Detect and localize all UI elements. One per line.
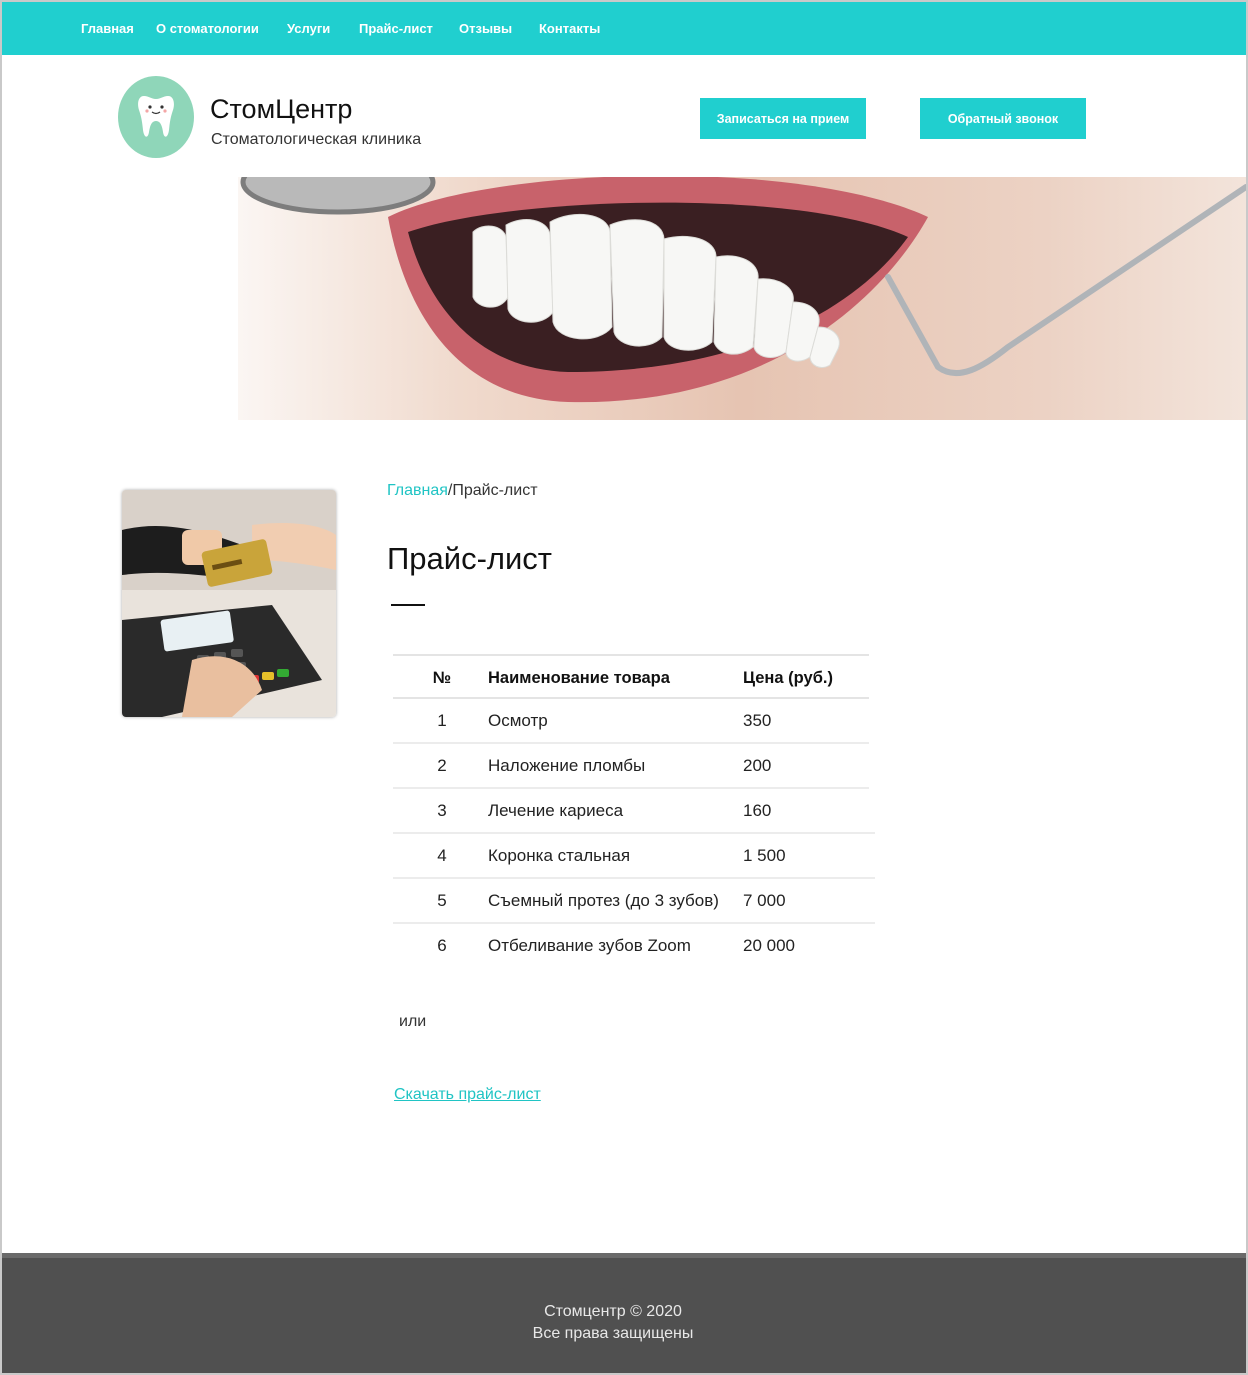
row-name: Коронка стальная [488,846,631,865]
table-row: 4 Коронка стальная 1 500 [393,834,875,879]
payment-card-image [122,490,336,717]
row-number: 3 [437,801,447,820]
breadcrumb: Главная/Прайс-лист [387,482,538,500]
nav-item-services[interactable]: Услуги [287,21,330,36]
row-price: 160 [743,801,772,820]
nav-item-home[interactable]: Главная [81,21,134,36]
row-price: 7 000 [743,891,786,910]
table-row: 1 Осмотр 350 [393,699,869,744]
brand-name: СтомЦентр [210,94,353,124]
table-row: 3 Лечение кариеса 160 [393,789,875,834]
footer-rights: Все права защищены [532,1325,694,1342]
row-number: 1 [437,711,447,730]
header-number: № [432,669,452,687]
table-row: 2 Наложение пломбы 200 [393,744,869,789]
nav-item-reviews[interactable]: Отзывы [459,21,512,36]
title-divider [391,604,425,606]
row-number: 5 [437,891,447,910]
row-name: Отбеливание зубов Zoom [488,936,691,955]
logo[interactable] [118,76,194,158]
header-price: Цена (руб.) [743,669,833,687]
row-name: Осмотр [488,711,548,730]
nav-item-about[interactable]: О стоматологии [156,21,259,36]
row-number: 4 [437,846,447,865]
row-price: 350 [743,711,772,730]
table-row: 5 Съемный протез (до 3 зубов) 7 000 [393,879,875,924]
tooth-icon [138,96,174,137]
header-name: Наименование товара [488,669,670,687]
brand-subtitle: Стоматологическая клиника [211,131,422,148]
nav-item-contacts[interactable]: Контакты [539,21,600,36]
breadcrumb-current: Прайс-лист [452,482,538,499]
row-name: Съемный протез (до 3 зубов) [488,891,719,910]
table-row: 6 Отбеливание зубов Zoom 20 000 [393,924,875,969]
page-title: Прайс-лист [387,541,553,576]
download-price-list-link[interactable]: Скачать прайс-лист [394,1086,541,1104]
footer: Стомцентр © 2020 Все права защищены [2,1253,1246,1373]
top-nav: Главная О стоматологии Услуги Прайс-лист… [2,2,1246,55]
footer-copyright: Стомцентр © 2020 [544,1303,682,1320]
price-table: № Наименование товара Цена (руб.) 1 Осмо… [393,654,875,969]
row-name: Лечение кариеса [488,801,624,820]
row-name: Наложение пломбы [488,756,646,775]
row-number: 2 [437,756,447,775]
or-text: или [399,1013,427,1030]
table-header-row: № Наименование товара Цена (руб.) [393,654,869,699]
nav-item-price-list[interactable]: Прайс-лист [359,21,433,36]
row-number: 6 [437,936,447,955]
row-price: 1 500 [743,846,786,865]
row-price: 20 000 [743,936,795,955]
breadcrumb-home-link[interactable]: Главная [387,482,448,499]
appointment-button[interactable]: Записаться на прием [700,98,866,139]
row-price: 200 [743,756,772,775]
hero-image [238,177,1246,420]
callback-button[interactable]: Обратный звонок [920,98,1086,139]
